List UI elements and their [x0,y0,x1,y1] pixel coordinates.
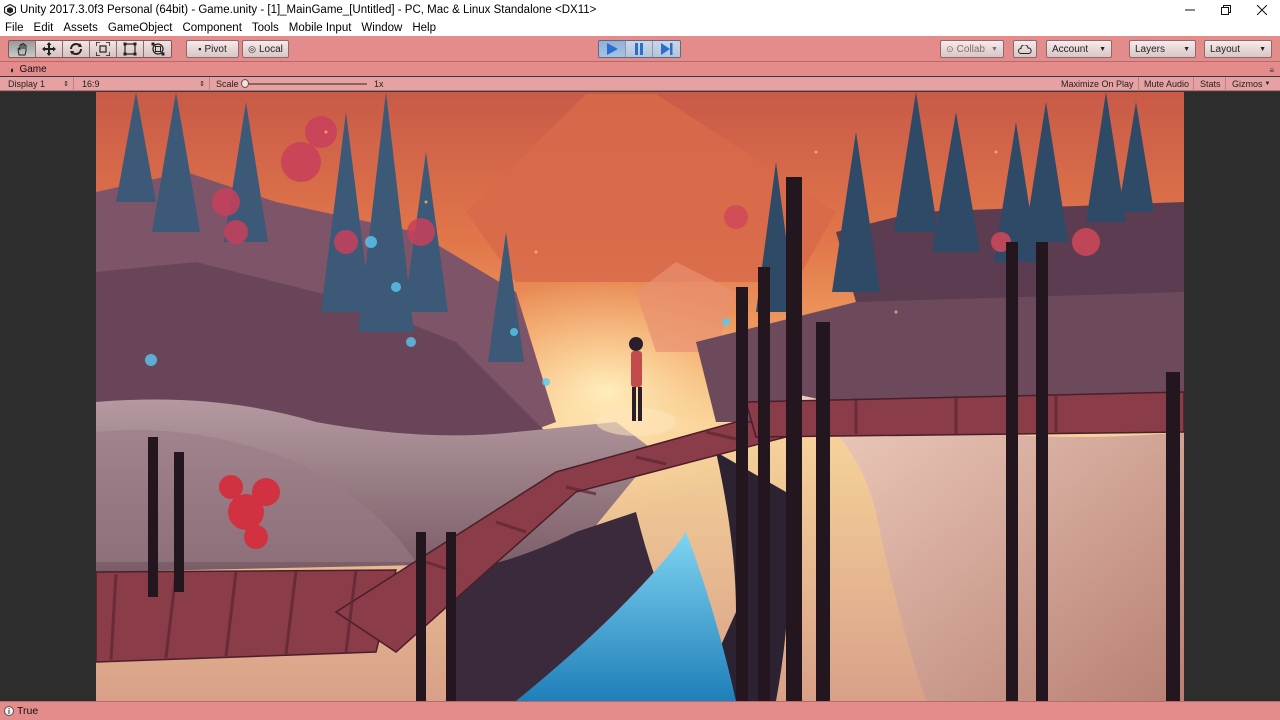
mute-audio-toggle[interactable]: Mute Audio [1140,77,1195,91]
menu-window[interactable]: Window [356,22,407,34]
restore-button[interactable] [1208,0,1244,19]
minimize-icon [1185,9,1195,10]
rotate-tool-button[interactable] [63,41,90,57]
play-icon [607,43,618,55]
layout-label: Layout [1210,43,1241,55]
menu-gameobject[interactable]: GameObject [103,22,178,34]
aspect-dropdown[interactable]: 16:9 ⇕ [78,77,210,91]
local-icon: ◎ [248,43,256,54]
maximize-on-play-toggle[interactable]: Maximize On Play [1057,77,1139,91]
menu-mobile-input[interactable]: Mobile Input [284,22,357,34]
window-titlebar: Unity 2017.3.0f3 Personal (64bit) - Game… [0,0,1280,19]
layout-dropdown[interactable]: Layout ▼ [1204,40,1272,58]
transform-tools [8,40,172,58]
chevron-down-icon: ▼ [990,45,998,53]
scale-value: 1x [374,79,384,89]
local-label: Local [258,43,283,55]
account-label: Account [1052,43,1089,55]
cloud-icon [1018,44,1032,54]
game-tab-label: Game [19,64,47,75]
game-scene-image [96,92,1184,701]
step-button[interactable] [653,41,680,57]
local-toggle[interactable]: ◎ Local [242,40,289,58]
play-button[interactable] [599,41,626,57]
chevron-down-icon: ▼ [1264,81,1271,87]
pause-button[interactable] [626,41,653,57]
status-text: True [17,705,39,717]
game-view-toolbar: Display 1 ⇕ 16:9 ⇕ Scale 1x Maximize On … [0,77,1280,91]
minimize-button[interactable] [1172,0,1208,19]
panel-menu-icon[interactable]: ≡ [1269,66,1274,75]
scale-label: Scale [216,79,239,89]
scale-slider-handle[interactable] [241,79,249,88]
game-render[interactable] [96,92,1184,701]
updown-icon: ⇕ [63,81,69,88]
restore-icon [1221,4,1231,15]
status-bar: True [0,701,1280,720]
menu-tools[interactable]: Tools [247,22,284,34]
transform-tool-icon [151,42,164,56]
collab-icon: ⊙ [946,43,954,54]
unity-logo-icon [4,3,16,16]
mute-label: Mute Audio [1144,79,1190,89]
gizmos-label: Gizmos [1232,79,1263,89]
scale-tool-icon [96,42,110,56]
tab-game[interactable]: ◐ Game [4,62,53,77]
display-dropdown[interactable]: Display 1 ⇕ [4,77,74,91]
pause-icon [635,43,643,55]
close-button[interactable] [1244,0,1280,19]
gizmos-dropdown[interactable]: Gizmos ▼ [1228,77,1274,91]
transform-tool-button[interactable] [144,41,171,57]
pivot-toggle[interactable]: ▪ Pivot [186,40,239,58]
display-label: Display 1 [8,79,46,89]
scale-slider-track[interactable] [245,83,367,85]
layers-label: Layers [1135,43,1166,55]
maximize-label: Maximize On Play [1061,79,1134,89]
window-title: Unity 2017.3.0f3 Personal (64bit) - Game… [20,3,597,16]
menu-help[interactable]: Help [407,22,441,34]
collab-label: Collab [956,43,985,55]
aspect-label: 16:9 [82,79,100,89]
chevron-down-icon: ▼ [1183,45,1190,53]
chevron-down-icon: ▼ [1259,45,1266,53]
menu-edit[interactable]: Edit [29,22,59,34]
pivot-icon: ▪ [198,44,202,54]
rotate-tool-icon [70,43,82,55]
main-toolbar: ▪ Pivot ◎ Local ⊙ Collab ▼ Account ▼ Lay… [0,36,1280,62]
menu-assets[interactable]: Assets [58,22,103,34]
cloud-button[interactable] [1013,40,1037,58]
menu-component[interactable]: Component [177,22,246,34]
playback-controls [598,40,681,58]
stats-label: Stats [1200,79,1221,89]
layers-dropdown[interactable]: Layers ▼ [1129,40,1196,58]
collab-dropdown[interactable]: ⊙ Collab ▼ [940,40,1004,58]
hand-tool-button[interactable] [9,41,36,57]
scale-tool-button[interactable] [90,41,117,57]
close-icon [1257,4,1267,15]
move-tool-icon [42,42,56,56]
game-panel-header [0,62,1280,76]
hand-tool-icon [17,42,27,55]
step-icon [660,43,672,55]
rect-tool-icon [123,42,137,56]
game-tab-icon: ◐ [10,64,16,75]
updown-icon: ⇕ [199,81,205,88]
move-tool-button[interactable] [36,41,63,57]
menu-bar: File Edit Assets GameObject Component To… [0,19,1280,36]
rect-tool-button[interactable] [117,41,144,57]
chevron-down-icon: ▼ [1099,45,1106,53]
stats-toggle[interactable]: Stats [1196,77,1226,91]
info-icon [4,706,14,716]
account-dropdown[interactable]: Account ▼ [1046,40,1112,58]
pivot-label: Pivot [204,43,227,55]
menu-file[interactable]: File [0,22,29,34]
